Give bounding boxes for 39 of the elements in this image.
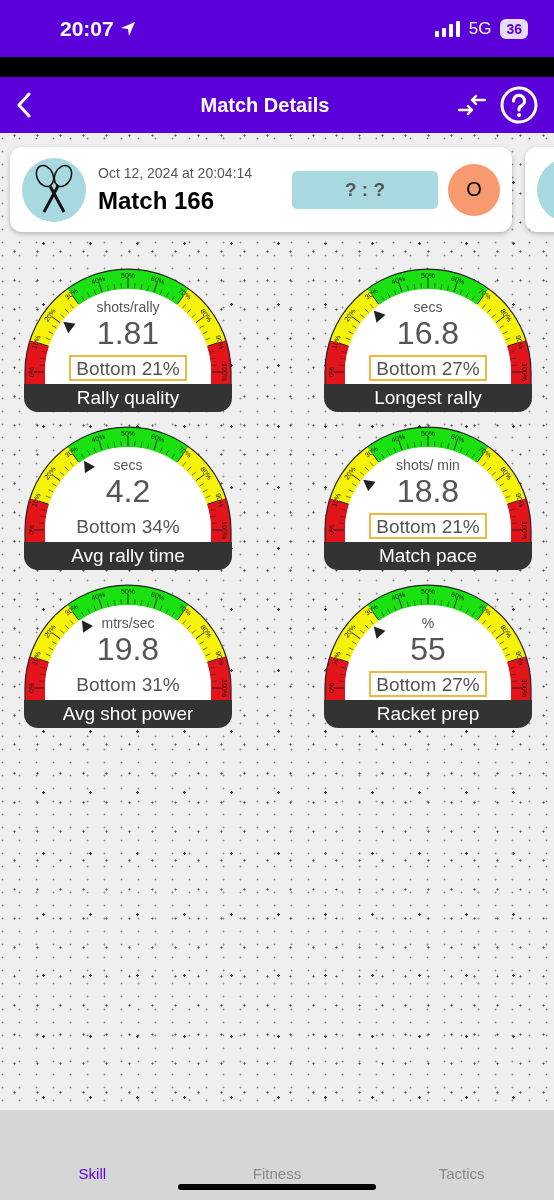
match-title: Match 166 — [98, 186, 216, 215]
back-icon[interactable] — [16, 92, 32, 118]
percentile-label: Bottom 31% — [75, 673, 181, 697]
signal-icon — [434, 20, 461, 37]
score-badge: ? : ? — [292, 170, 438, 209]
screen-title: Match Details — [199, 93, 331, 117]
player-badge: O — [448, 163, 500, 216]
gauge-title: Match pace — [324, 542, 532, 570]
percentile-label: Bottom 21% — [369, 513, 487, 539]
metric-value: 18.8 — [396, 474, 460, 508]
help-icon[interactable] — [500, 86, 538, 124]
gauge-title: Rally quality — [24, 384, 232, 412]
clock: 20:07 — [60, 16, 114, 41]
gauge-title: Avg rally time — [24, 542, 232, 570]
metric-value: 4.2 — [105, 474, 151, 508]
match-card[interactable]: Oct 12, 2024 at 20:04:14 Match 166 ? : ? O — [10, 147, 512, 232]
unit-label: % — [421, 614, 435, 632]
unit-label: shots/ min — [396, 456, 460, 474]
unit-label: shots/rally — [96, 298, 160, 316]
unit-label: mtrs/sec — [101, 614, 155, 632]
gauge-title: Longest rally — [324, 384, 532, 412]
network-label: 5G — [468, 18, 492, 39]
tab[interactable]: Skill — [0, 1110, 185, 1200]
unit-label: secs — [413, 298, 443, 316]
swap-arrows-icon[interactable] — [458, 94, 486, 116]
location-arrow-icon — [119, 20, 136, 37]
match-date: Oct 12, 2024 at 20:04:14 — [98, 164, 254, 181]
percentile-label: Bottom 34% — [75, 515, 181, 539]
percentile-label: Bottom 21% — [69, 355, 187, 381]
gauge-title: Avg shot power — [24, 700, 232, 728]
percentile-label: Bottom 27% — [369, 671, 487, 697]
battery-indicator: 36 — [500, 18, 528, 39]
percentile-label: Bottom 27% — [369, 355, 487, 381]
metric-value: 19.8 — [96, 632, 160, 666]
gauge-title: Racket prep — [324, 700, 532, 728]
metric-value: 55 — [410, 632, 446, 666]
unit-label: secs — [113, 456, 143, 474]
metric-value: 1.81 — [96, 316, 160, 350]
metric-value: 16.8 — [396, 316, 460, 350]
